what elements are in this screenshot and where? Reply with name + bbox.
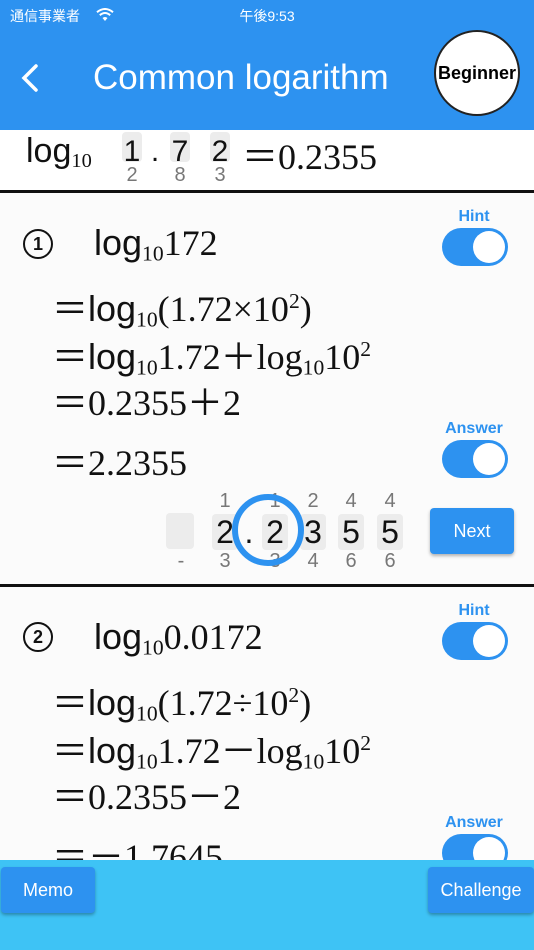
hint-digit: 3 — [214, 164, 226, 186]
content-area[interactable]: log10 1 . 7 2 2 8 3 ＝0.2355 1 log10172 H… — [0, 130, 534, 860]
app-bar: 通信事業者 午後9:53 Common logarithm Beginner — [0, 0, 534, 130]
answer-digit[interactable]: 5 — [377, 514, 403, 550]
hint-digit: 4 — [384, 490, 396, 512]
status-bar: 通信事業者 午後9:53 — [10, 6, 524, 24]
hint-digit: - — [177, 550, 185, 572]
hint-toggle[interactable] — [442, 622, 508, 660]
hint-digit: 6 — [384, 550, 396, 572]
digit-cell: 1 — [122, 132, 142, 168]
hint-label: Hint — [458, 602, 490, 619]
answer-toggle[interactable] — [442, 440, 508, 478]
divider — [0, 584, 534, 587]
answer-label: Answer — [445, 814, 503, 831]
page-title: Common logarithm — [93, 58, 389, 97]
step-line-1: ＝log10(1.72×102) — [52, 288, 312, 332]
hint-digit: 2 — [307, 490, 319, 512]
hint-digit: 4 — [307, 550, 319, 572]
sign-cell[interactable] — [166, 513, 194, 549]
hint-digit: 6 — [345, 550, 357, 572]
digit-cell: 7 — [170, 132, 190, 168]
step-line-3: ＝0.2355－2 — [52, 777, 242, 817]
step-line-1: ＝log10(1.72÷102) — [52, 682, 312, 726]
step-line-3: ＝0.2355＋2 — [52, 383, 242, 423]
selection-ring — [232, 494, 304, 566]
step-number: 2 — [23, 622, 53, 652]
answer-digit[interactable]: 5 — [338, 514, 364, 550]
top-problem: log10 1 . 7 2 2 8 3 ＝0.2355 — [0, 130, 534, 193]
log-base: 10 — [71, 150, 92, 173]
top-result: ＝0.2355 — [242, 137, 378, 177]
hint-digit: 4 — [345, 490, 357, 512]
answer-toggle[interactable] — [442, 834, 508, 860]
hint-label: Hint — [458, 208, 490, 225]
step-line-2: ＝log101.72－log10102 — [52, 730, 372, 774]
step-answer: ＝2.2355 — [52, 443, 188, 483]
log-text: log — [26, 132, 72, 170]
hint-digit: 1 — [219, 490, 231, 512]
hint-digit: 3 — [219, 550, 231, 572]
step-title: log100.0172 — [94, 616, 263, 660]
challenge-button[interactable]: Challenge — [428, 867, 534, 913]
hint-digit: 2 — [126, 164, 138, 186]
chevron-left-icon[interactable] — [16, 62, 44, 94]
step-number: 1 — [23, 229, 53, 259]
digit-cell: 2 — [210, 132, 230, 168]
hint-digit: 8 — [174, 164, 186, 186]
level-badge[interactable]: Beginner — [434, 30, 520, 116]
answer-label: Answer — [445, 420, 503, 437]
divider — [0, 190, 534, 193]
bottom-bar: Memo Challenge — [0, 860, 534, 950]
status-time: 午後9:53 — [239, 8, 295, 24]
step-answer: ＝－1.7645 — [52, 837, 224, 860]
hint-toggle[interactable] — [442, 228, 508, 266]
memo-button[interactable]: Memo — [1, 867, 95, 913]
step-title: log10172 — [94, 222, 218, 266]
step-line-2: ＝log101.72＋log10102 — [52, 336, 372, 380]
next-button[interactable]: Next — [430, 508, 514, 554]
decimal-point: . — [150, 135, 160, 168]
